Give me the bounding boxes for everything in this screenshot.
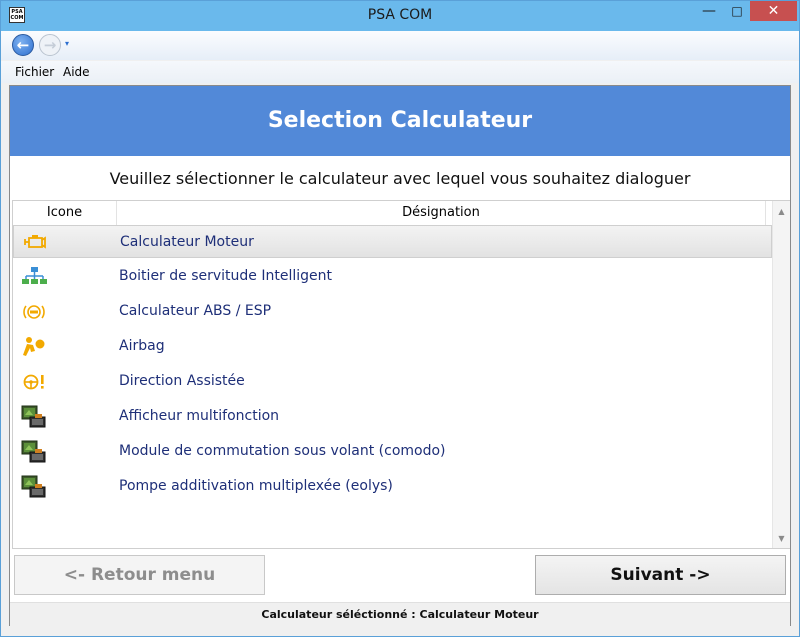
- list-item-label: Pompe additivation multiplexée (eolys): [119, 478, 393, 494]
- main-panel: Selection Calculateur Veuillez sélection…: [9, 85, 791, 627]
- back-arrow-icon[interactable]: ←: [12, 34, 34, 56]
- list-item[interactable]: Module de commutation sous volant (comod…: [13, 435, 772, 468]
- list-header: Icone Désignation: [13, 201, 789, 226]
- header-band: Selection Calculateur: [10, 86, 790, 156]
- list-item-label: Boitier de servitude Intelligent: [119, 268, 332, 284]
- list-item[interactable]: Calculateur Moteur: [13, 225, 772, 258]
- calculator-list[interactable]: Icone Désignation Calculateur Moteur Boi…: [12, 200, 790, 549]
- steering-warning-icon: [21, 370, 47, 394]
- back-to-menu-button[interactable]: <- Retour menu: [14, 555, 265, 595]
- menu-aide[interactable]: Aide: [63, 65, 90, 79]
- column-divider: [765, 201, 766, 225]
- list-item[interactable]: Direction Assistée: [13, 365, 772, 398]
- navigation-toolbar: ← → ▾: [1, 31, 799, 60]
- ecu-board-icon: [21, 440, 47, 464]
- abs-icon: [21, 300, 47, 324]
- forward-arrow-icon[interactable]: →: [39, 34, 61, 56]
- list-item-label: Calculateur ABS / ESP: [119, 303, 272, 319]
- window-title: PSA COM: [367, 7, 433, 23]
- maximize-button[interactable]: □: [723, 1, 751, 21]
- list-item[interactable]: Afficheur multifonction: [13, 400, 772, 433]
- list-item-label: Module de commutation sous volant (comod…: [119, 443, 446, 459]
- instruction-text: Veuillez sélectionner le calculateur ave…: [109, 169, 691, 188]
- ecu-board-icon: [21, 475, 47, 499]
- engine-icon: [22, 231, 48, 255]
- scroll-up-icon[interactable]: ▲: [773, 207, 790, 216]
- page-title: Selection Calculateur: [267, 108, 533, 133]
- airbag-icon: [21, 335, 47, 359]
- network-icon: [21, 265, 47, 289]
- list-item-label: Calculateur Moteur: [120, 234, 254, 250]
- list-item-label: Afficheur multifonction: [119, 408, 280, 424]
- status-bar: Calculateur séléctionné : Calculateur Mo…: [10, 602, 790, 627]
- column-header-designation[interactable]: Désignation: [117, 205, 765, 220]
- list-item[interactable]: Calculateur ABS / ESP: [13, 295, 772, 328]
- column-header-icone[interactable]: Icone: [13, 205, 116, 220]
- menu-fichier[interactable]: Fichier: [15, 65, 54, 79]
- list-item-label: Direction Assistée: [119, 373, 245, 389]
- minimize-button[interactable]: —: [695, 1, 723, 21]
- next-button[interactable]: Suivant ->: [535, 555, 786, 595]
- title-bar[interactable]: PSA COM PSA COM — □ ✕: [1, 1, 799, 31]
- vertical-scrollbar[interactable]: ▲ ▼: [772, 201, 790, 548]
- list-item[interactable]: Airbag: [13, 330, 772, 363]
- selected-calculator-status: Calculateur séléctionné : Calculateur Mo…: [261, 608, 539, 621]
- list-item[interactable]: Boitier de servitude Intelligent: [13, 260, 772, 293]
- menu-bar: Fichier Aide: [1, 61, 799, 83]
- list-item[interactable]: Pompe additivation multiplexée (eolys): [13, 470, 772, 503]
- close-button[interactable]: ✕: [750, 1, 797, 21]
- list-item-label: Airbag: [119, 338, 165, 354]
- ecu-board-icon: [21, 405, 47, 429]
- app-window: PSA COM PSA COM — □ ✕ ← → ▾ Fichier Aide…: [0, 0, 800, 637]
- scroll-down-icon[interactable]: ▼: [773, 534, 790, 543]
- history-dropdown-icon[interactable]: ▾: [65, 39, 69, 48]
